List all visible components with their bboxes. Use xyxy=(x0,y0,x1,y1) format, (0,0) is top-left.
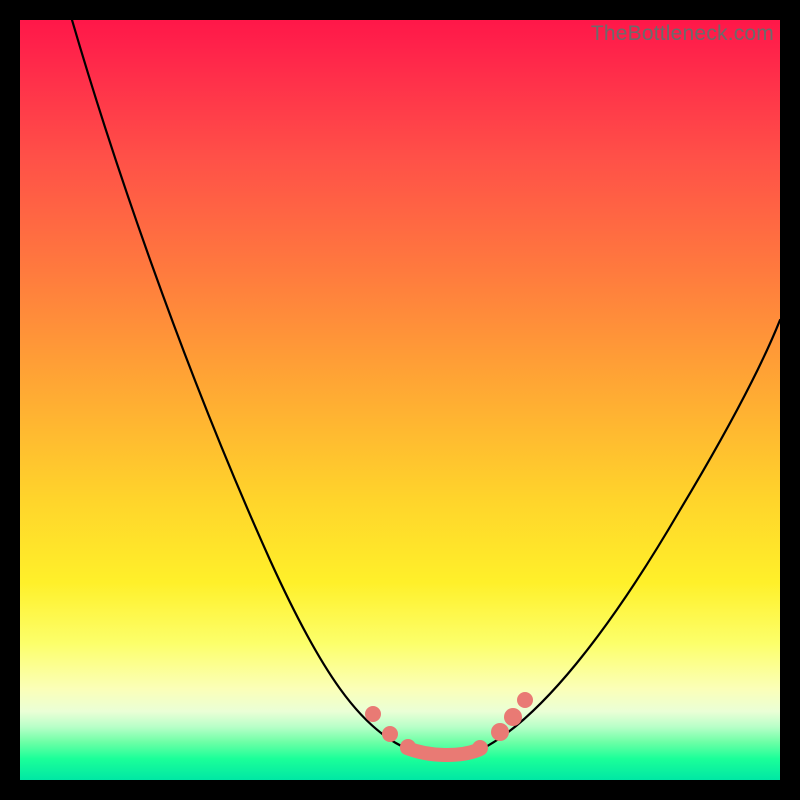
watermark-text: TheBottleneck.com xyxy=(591,22,774,46)
curve-right-branch xyxy=(480,320,780,750)
marker-dot xyxy=(382,726,398,742)
chart-frame: TheBottleneck.com xyxy=(0,0,800,800)
marker-dot xyxy=(400,739,416,755)
marker-dot xyxy=(472,740,488,756)
marker-dot xyxy=(365,706,381,722)
plot-area: TheBottleneck.com xyxy=(20,20,780,780)
marker-valley-segment xyxy=(407,748,478,755)
marker-dot xyxy=(517,692,533,708)
marker-dot xyxy=(491,723,509,741)
curve-left-branch xyxy=(72,20,410,750)
marker-dot xyxy=(504,708,522,726)
bottleneck-curve-svg xyxy=(20,20,780,780)
